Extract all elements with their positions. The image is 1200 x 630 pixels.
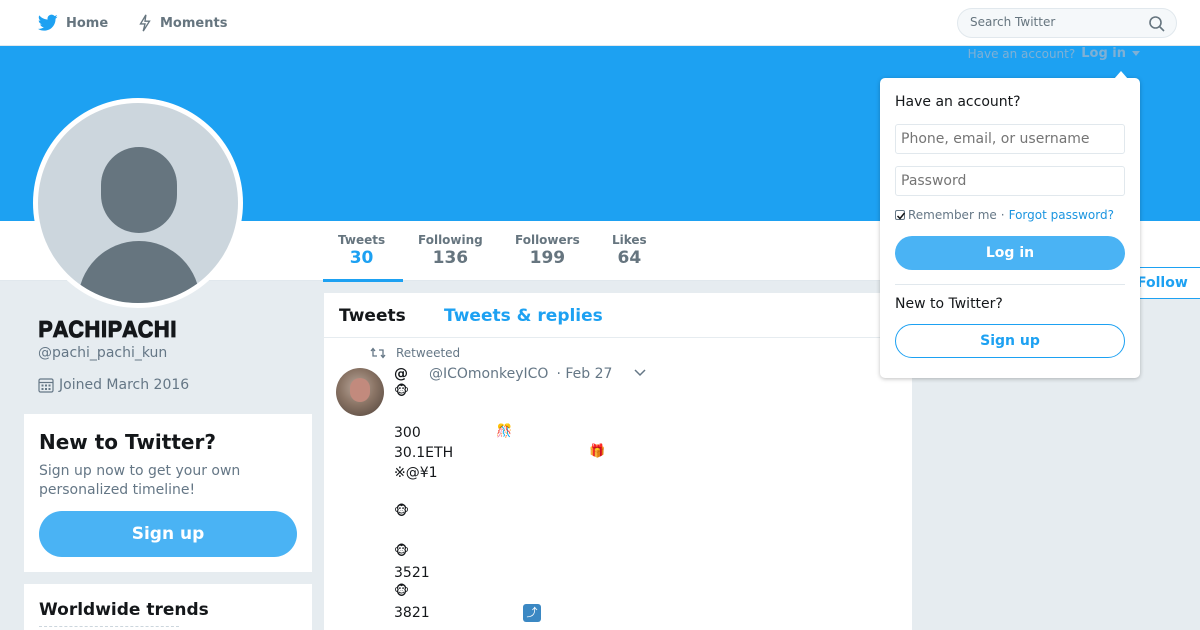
arrow-emoji-icon: ⤴: [523, 604, 541, 622]
twitter-bird-icon: [38, 14, 58, 31]
stat-following[interactable]: Following 136: [418, 233, 483, 268]
monkey-emoji-icon: 🐵: [394, 584, 410, 599]
avatar-head-shape: [101, 147, 177, 233]
signup-card: New to Twitter? Sign up now to get your …: [24, 414, 312, 572]
monkey-emoji-icon: 🐵: [394, 544, 410, 559]
username-field[interactable]: [895, 124, 1125, 154]
tweet-text-line: ※@¥1: [394, 465, 438, 481]
header-login-prompt: Have an account? Log in: [968, 46, 1140, 61]
stat-followers[interactable]: Followers 199: [515, 233, 580, 268]
forgot-password-link[interactable]: Forgot password?: [1009, 208, 1114, 222]
tweet-header: @ @ICOmonkeyICO · Feb 27: [394, 366, 612, 382]
timeline-tabs: Tweets Tweets & replies: [324, 293, 912, 338]
tweet-author-avatar[interactable]: [336, 368, 384, 416]
profile-joined: Joined March 2016: [38, 377, 189, 393]
search-box[interactable]: [957, 8, 1177, 38]
checkmark-icon: [896, 212, 906, 220]
stat-value: 136: [432, 248, 469, 268]
nav-home[interactable]: Home: [38, 0, 108, 46]
active-tab-underline: [323, 279, 403, 282]
stat-value: 199: [529, 248, 566, 268]
stat-label: Followers: [515, 233, 580, 247]
top-navigation-bar: Home Moments: [0, 0, 1200, 46]
retweet-context: Retweeted: [370, 346, 460, 360]
profile-name[interactable]: 𝐏𝐀𝐂𝐇𝐈𝐏𝐀𝐂𝐇𝐈: [38, 318, 177, 343]
remember-checkbox[interactable]: [895, 210, 906, 220]
monkey-emoji-icon: 🐵: [394, 384, 410, 399]
stat-label: Likes: [612, 233, 647, 247]
stat-value: 30: [349, 248, 374, 268]
header-login-link[interactable]: Log in: [1081, 46, 1126, 61]
caret-down-icon: [1132, 50, 1140, 56]
tweet-text-line: 300: [394, 425, 421, 441]
login-dropdown: Have an account? Remember me · Forgot pa…: [880, 71, 1140, 378]
tweet-text-line: 30.1ETH: [394, 445, 454, 461]
search-icon[interactable]: [1148, 15, 1166, 33]
signup-card-description: Sign up now to get your own personalized…: [39, 463, 241, 498]
retweet-context-label: Retweeted: [396, 346, 461, 360]
profile-avatar[interactable]: [33, 98, 243, 308]
nav-home-label: Home: [66, 15, 109, 31]
tweet-menu-caret-icon[interactable]: [634, 368, 646, 378]
tweet-author-handle[interactable]: @ICOmonkeyICO: [429, 366, 548, 382]
dropdown-divider: [895, 284, 1125, 285]
trends-placeholder-line: [39, 626, 179, 630]
header-login-prompt-text: Have an account?: [967, 46, 1076, 61]
calendar-icon: [38, 378, 54, 393]
remember-label[interactable]: Remember me: [908, 208, 997, 222]
separator-dot: ·: [1000, 208, 1005, 222]
monkey-face-shape: [350, 378, 370, 402]
search-input[interactable]: [970, 15, 1145, 29]
tweet-author-name[interactable]: @: [394, 366, 429, 382]
avatar-body-shape: [78, 241, 200, 303]
stat-value: 64: [617, 248, 642, 268]
stat-label: Tweets: [338, 233, 386, 247]
party-emoji-icon: 🎊: [496, 424, 513, 439]
password-field[interactable]: [895, 166, 1125, 196]
login-button[interactable]: Log in: [895, 236, 1125, 270]
timeline: Tweets Tweets & replies Retweeted @ @ICO…: [324, 293, 912, 630]
dropdown-caret-icon: [1114, 71, 1128, 79]
stat-label: Following: [418, 233, 483, 247]
dropdown-signup-button[interactable]: Sign up: [895, 324, 1125, 358]
nav-moments[interactable]: Moments: [138, 0, 227, 46]
stat-likes[interactable]: Likes 64: [612, 233, 647, 268]
lightning-icon: [139, 14, 151, 32]
tab-tweets-and-replies[interactable]: Tweets & replies: [444, 306, 603, 326]
default-avatar-icon: [38, 103, 238, 303]
tweet-text-line: 3521: [394, 565, 430, 581]
monkey-emoji-icon: 🐵: [394, 504, 410, 519]
stat-tweets[interactable]: Tweets 30: [323, 233, 403, 282]
nav-moments-label: Moments: [160, 15, 228, 31]
profile-handle[interactable]: @pachi_pachi_kun: [38, 345, 167, 361]
tab-tweets[interactable]: Tweets: [339, 306, 406, 326]
signup-card-title: New to Twitter?: [39, 430, 216, 454]
signup-card-button[interactable]: Sign up: [39, 511, 297, 557]
tweet-date[interactable]: · Feb 27: [556, 366, 612, 382]
new-to-twitter-heading: New to Twitter?: [895, 296, 1003, 312]
gift-emoji-icon: 🎁: [589, 444, 606, 459]
profile-joined-text: Joined March 2016: [59, 377, 190, 393]
login-dropdown-heading: Have an account?: [895, 94, 1021, 110]
tweet-text-line: 3821: [394, 605, 430, 621]
retweet-icon: [370, 347, 386, 359]
trends-title: Worldwide trends: [39, 600, 209, 620]
trends-card: Worldwide trends: [24, 584, 312, 630]
remember-row: Remember me · Forgot password?: [895, 208, 1114, 222]
